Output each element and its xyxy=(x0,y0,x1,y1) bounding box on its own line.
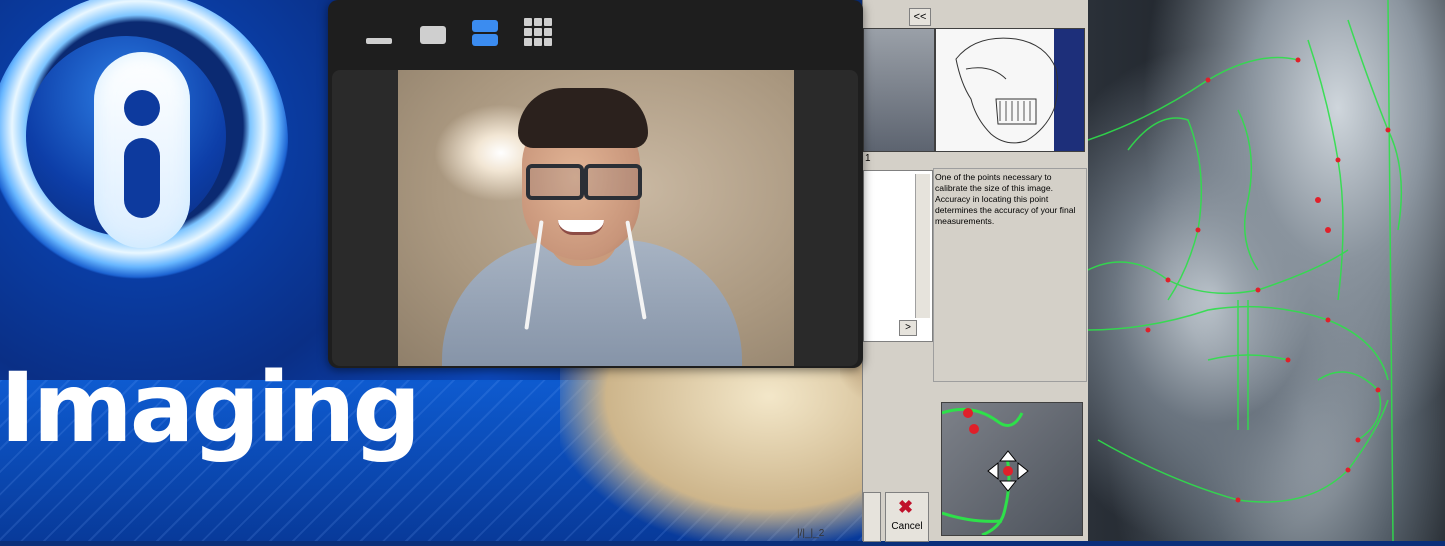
tracing-thumbnail[interactable] xyxy=(935,28,1085,152)
participant-hair xyxy=(518,88,648,148)
split-view-button[interactable] xyxy=(468,16,504,52)
brand-wordmark: Imaging xyxy=(0,352,421,464)
calibration-dialog: << 1 > One of the points necessary to ca… xyxy=(797,0,1089,542)
index-label: 1 xyxy=(865,153,871,164)
help-text: One of the points necessary to calibrate… xyxy=(935,172,1076,226)
skull-tracing-drawing xyxy=(955,29,1084,151)
video-toolbar xyxy=(328,0,863,64)
minimize-icon xyxy=(366,38,392,44)
split-view-icon xyxy=(472,20,498,46)
cancel-label: Cancel xyxy=(891,521,923,532)
ruler-marks: |/|_|_2 xyxy=(797,528,825,539)
logo-dot xyxy=(124,90,160,126)
zoom-preview[interactable] xyxy=(941,402,1083,536)
participant-glasses-left xyxy=(526,164,584,200)
video-call-window xyxy=(328,0,863,368)
video-side-panel-right xyxy=(794,70,858,366)
scroll-right-button[interactable]: > xyxy=(899,320,917,336)
participant-glasses-right xyxy=(584,164,642,200)
grid-view-icon xyxy=(524,18,552,46)
single-view-button[interactable] xyxy=(412,16,448,52)
participant-glasses-bridge xyxy=(580,174,588,178)
zoom-landmark-drawing xyxy=(942,407,1029,535)
video-side-panel-left xyxy=(332,70,398,366)
logo-core xyxy=(26,36,226,248)
list-scrollbar[interactable] xyxy=(915,174,930,318)
grid-view-button[interactable] xyxy=(520,16,556,52)
cancel-button[interactable]: ✖ Cancel xyxy=(885,492,929,542)
participant-video[interactable] xyxy=(398,70,794,366)
accept-button[interactable] xyxy=(863,492,881,542)
cephalometric-tracing xyxy=(1087,0,1403,542)
xray-thumbnail[interactable] xyxy=(863,28,935,152)
cephalometric-xray[interactable] xyxy=(1087,0,1445,542)
logo-bar xyxy=(124,138,160,218)
minimize-button[interactable] xyxy=(360,16,396,52)
collapse-button[interactable]: << xyxy=(909,8,931,26)
logo-pill xyxy=(94,52,190,248)
single-view-icon xyxy=(420,26,446,44)
cancel-icon: ✖ xyxy=(898,497,914,517)
